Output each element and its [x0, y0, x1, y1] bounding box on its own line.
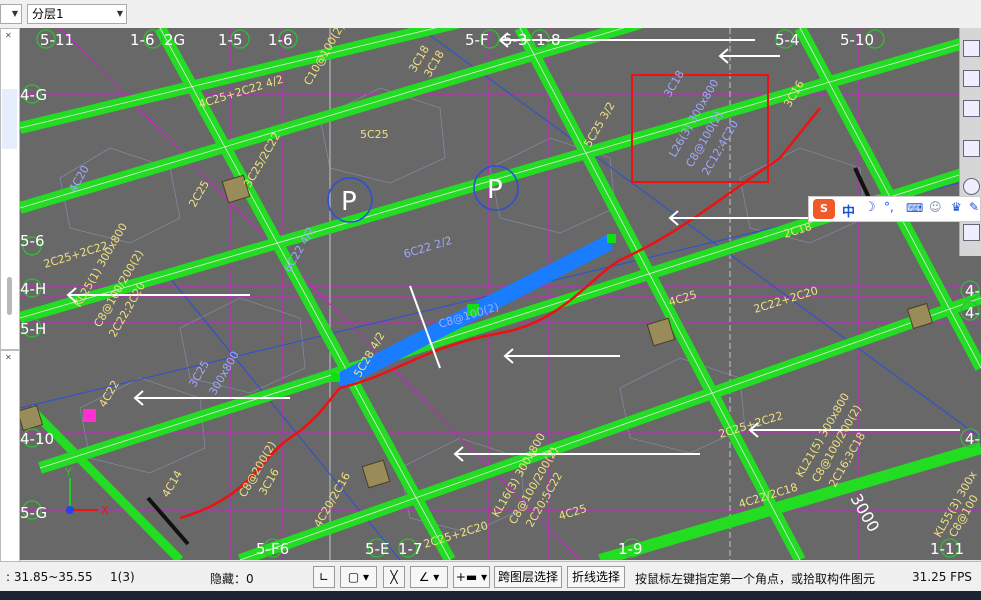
svg-text:4-H: 4-H	[20, 280, 46, 298]
left-panel-lower[interactable]: ✕	[0, 350, 20, 562]
svg-text:X: X	[101, 504, 109, 517]
user-icon[interactable]: ☺	[929, 200, 942, 214]
coordinate-readout: : 31.85~35.55	[6, 570, 93, 584]
angle-button[interactable]: ∠ ▾	[410, 566, 448, 588]
svg-text:5-4: 5-4	[775, 31, 800, 49]
layer-dropdown-value: 分层1	[32, 7, 64, 21]
cross-layer-select-button[interactable]: 跨图层选择	[494, 566, 562, 588]
hidden-count: 隐藏：0	[210, 572, 254, 586]
side-view-icon[interactable]	[963, 140, 980, 157]
svg-text:5-11: 5-11	[40, 31, 74, 49]
beam-grip-end[interactable]	[607, 234, 616, 243]
magenta-marker	[83, 409, 96, 422]
layer-dropdown[interactable]: 分层1 ▼	[27, 4, 127, 24]
floor-readout: 1(3)	[110, 570, 135, 584]
svg-text:5-6: 5-6	[20, 232, 45, 250]
svg-text:5-H: 5-H	[20, 320, 46, 338]
ime-mode[interactable]: 中	[842, 201, 855, 220]
punctuation-icon[interactable]: °,	[884, 200, 894, 214]
status-bar: : 31.85~35.55 1(3) 隐藏：0 ∟ ▢ ▾ ╳ ∠ ▾ +▬ ▾…	[0, 561, 981, 592]
left-panel: ✕ ✕	[0, 28, 21, 562]
cross-icon[interactable]: ╳	[383, 566, 405, 588]
sogou-logo[interactable]: S	[813, 199, 835, 219]
beam-grip-start[interactable]	[331, 373, 340, 382]
svg-text:4-G: 4-G	[965, 304, 981, 322]
top-view-icon[interactable]	[963, 100, 980, 117]
svg-text:4-G: 4-G	[20, 86, 47, 104]
svg-text:1-8: 1-8	[536, 31, 561, 49]
polyline-select-button[interactable]: 折线选择	[567, 566, 625, 588]
svg-text:Y: Y	[64, 466, 72, 479]
orbit-icon[interactable]	[963, 40, 980, 57]
fps-readout: 31.25 FPS	[912, 570, 972, 584]
svg-text:4-10: 4-10	[20, 430, 54, 448]
skin-icon[interactable]: ♛	[951, 200, 962, 214]
svg-text:1-5: 1-5	[218, 31, 243, 49]
svg-text:1-11: 1-11	[930, 540, 964, 558]
offset-button[interactable]: +▬ ▾	[453, 566, 490, 588]
svg-text:1-9: 1-9	[618, 540, 643, 558]
svg-text:1-6: 1-6	[268, 31, 293, 49]
svg-text:4-1: 4-1	[965, 430, 981, 448]
collapse-icon[interactable]: ✕	[5, 353, 12, 362]
p-mark-2: P	[487, 175, 503, 205]
scrollbar-thumb[interactable]	[7, 277, 12, 315]
left-panel-selection[interactable]	[2, 89, 17, 149]
collapse-icon[interactable]: ✕	[5, 31, 12, 40]
svg-text:5-F: 5-F	[465, 31, 489, 49]
svg-text:2G: 2G	[164, 31, 185, 49]
svg-text:5-10: 5-10	[840, 31, 874, 49]
moon-icon[interactable]: ☽	[864, 200, 876, 215]
svg-text:5-E: 5-E	[365, 540, 389, 558]
cad-drawing[interactable]: 5-11 1-6 2G 1-5 1-6 5-F 5-3 1-8 5-4 5-10…	[20, 28, 981, 560]
3d-view-icon[interactable]	[963, 70, 980, 87]
rotate-icon[interactable]	[963, 178, 980, 195]
drawing-canvas[interactable]: 5-11 1-6 2G 1-5 1-6 5-F 5-3 1-8 5-4 5-10…	[20, 28, 981, 560]
p-mark-1: P	[341, 187, 357, 217]
top-toolbar: ▼ 分层1 ▼	[0, 0, 981, 29]
svg-text:5-3: 5-3	[503, 31, 528, 49]
keyboard-icon[interactable]: ⌨	[906, 201, 923, 215]
svg-text:1-6: 1-6	[130, 31, 155, 49]
blank-dropdown[interactable]: ▼	[0, 4, 22, 24]
ime-toolbar[interactable]: S 中 ☽ °, ⌨ ☺ ♛ ✎	[808, 196, 981, 222]
svg-text:1-7: 1-7	[398, 540, 423, 558]
svg-text:5-F6: 5-F6	[256, 540, 289, 558]
svg-text:5-G: 5-G	[20, 504, 47, 522]
grid-view-icon[interactable]	[963, 224, 980, 241]
os-taskbar	[0, 591, 981, 600]
svg-text:5C25: 5C25	[360, 128, 389, 141]
chevron-down-icon: ▼	[11, 9, 18, 18]
wrench-icon[interactable]: ✎	[969, 200, 979, 214]
snap-mode-button[interactable]: ▢ ▾	[340, 566, 377, 588]
status-hint: 按鼠标左键指定第一个角点，或拾取构件图元	[635, 572, 876, 586]
svg-text:4-H: 4-H	[965, 282, 981, 300]
ortho-icon[interactable]: ∟	[313, 566, 335, 588]
chevron-down-icon: ▼	[116, 9, 123, 18]
left-panel-upper[interactable]: ✕	[0, 28, 20, 350]
